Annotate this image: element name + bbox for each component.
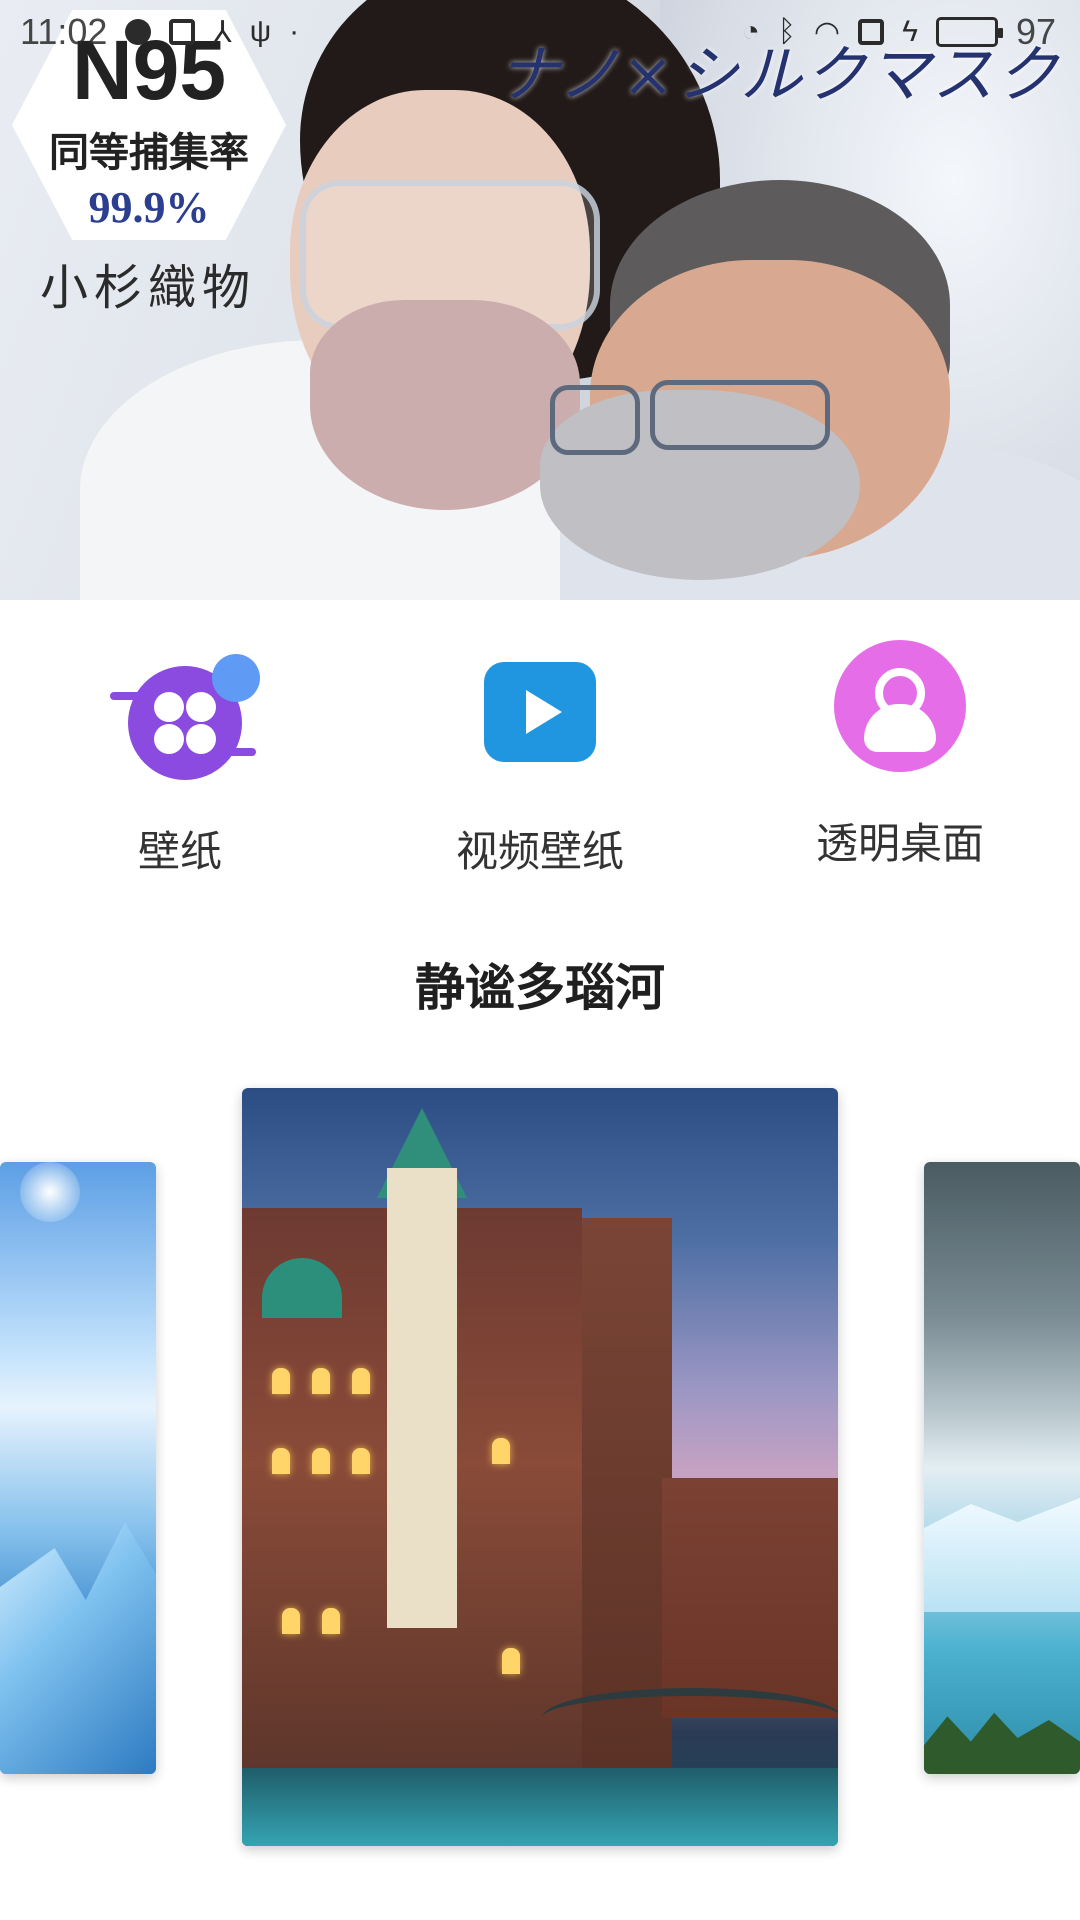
iceberg [0,1522,156,1774]
wallpaper-card-current[interactable] [242,1088,838,1846]
play-video-icon [470,640,610,780]
window-light [492,1438,510,1464]
building-right [662,1478,838,1718]
battery-percent: 97 [1015,11,1056,52]
status-bar: 11:02 ⅄ ψ · ◔ ᛒ ◠ ϟ 97 [0,0,1080,64]
feature-video-wallpaper[interactable]: 视频壁纸 [390,640,690,900]
window-light [352,1368,370,1394]
wifi-icon: ◠ [813,15,841,49]
banner-glasses-lens-left [550,385,640,455]
battery-icon [935,17,1003,47]
window-light [312,1368,330,1394]
banner-glasses-lens-right [650,380,830,450]
section-title: 静谧多瑙河 [415,959,665,1017]
feature-video-wallpaper-label: 视频壁纸 [455,827,624,876]
window-light [282,1608,300,1634]
alarm-icon: ◔ [741,15,760,48]
window-light [272,1368,290,1394]
window-light [502,1648,520,1674]
trees [924,1712,1080,1774]
badge-rate: 99.9% [88,182,210,232]
more-notifications-icon: · [289,15,300,48]
tower [387,1168,457,1628]
bluetooth-icon: ᛒ [777,15,796,48]
usb-icon: ψ [249,15,272,48]
wallpaper-card-prev[interactable] [0,1162,156,1774]
feature-wallpaper[interactable]: 壁纸 [30,640,330,900]
canal-water [242,1768,838,1846]
wallpaper-carousel[interactable] [0,1080,1080,1860]
banner-ad[interactable]: N95 同等捕集率 99.9% 小杉織物 ナノ×シルクマスク [0,0,1080,600]
glacier [924,1498,1080,1612]
window-light [352,1448,370,1474]
notification-icon [169,19,196,45]
feature-transparent-desktop-label: 透明桌面 [815,819,984,868]
status-time: 11:02 [20,11,108,52]
wallpaper-card-next[interactable] [924,1162,1080,1774]
person-transparent-icon [834,640,966,772]
charging-icon: ϟ [902,15,918,48]
feature-wallpaper-label: 壁纸 [137,827,222,876]
feature-grid: 壁纸 视频壁纸 透明桌面 [0,640,1080,900]
clover-wallpaper-icon [110,640,260,780]
sun-glow [20,1162,80,1222]
bridge [542,1688,838,1748]
window-light [322,1608,340,1634]
badge-subtitle: 同等捕集率 [49,129,249,176]
window-light [312,1448,330,1474]
feature-transparent-desktop[interactable]: 透明桌面 [750,640,1050,900]
banner-brand: 小杉織物 [40,260,257,316]
window-light [272,1448,290,1474]
cast-icon [858,19,885,45]
message-icon [125,19,152,45]
share-icon: ⅄ [213,15,232,49]
